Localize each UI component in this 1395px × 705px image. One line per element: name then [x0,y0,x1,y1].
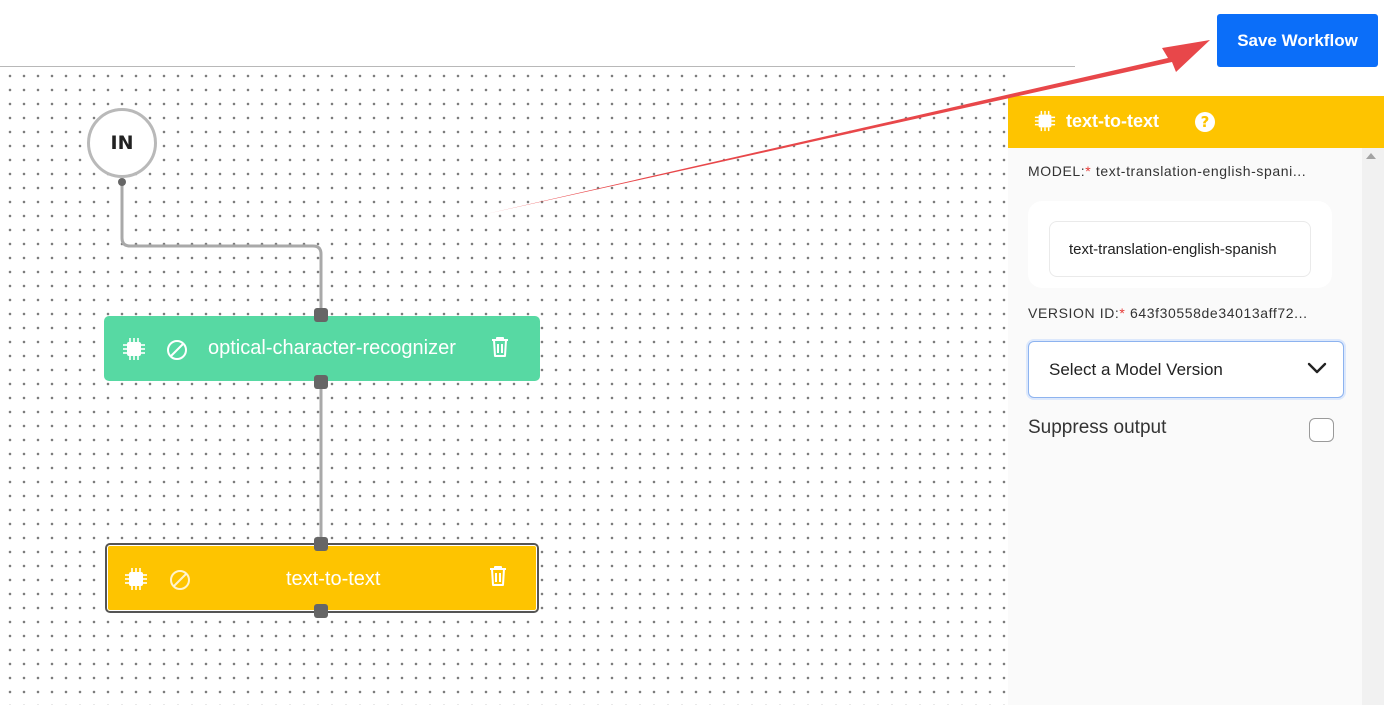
input-node-handle[interactable] [118,178,126,186]
node-config-panel: text-to-text ? [1008,96,1384,705]
ocr-input-handle[interactable] [314,308,328,322]
node-label: optical-character-recognizer [208,337,456,359]
t2t-output-handle[interactable] [314,604,328,618]
node-label: text-to-text [286,568,381,590]
panel-header: text-to-text ? [1008,96,1384,148]
version-select-value: Select a Model Version [1049,359,1223,379]
panel-scrollbar[interactable] [1362,148,1384,705]
input-node-label: IN [110,132,134,154]
t2t-input-handle[interactable] [314,537,328,551]
cpu-chip-icon [1034,110,1056,132]
ban-icon[interactable] [166,339,188,361]
version-field-label: VERSION ID:* 643f30558de34013aff72... [1028,305,1308,321]
input-node[interactable]: IN [87,108,157,178]
chevron-down-icon[interactable] [1307,361,1327,375]
model-chip[interactable]: text-translation-english-spanish [1049,221,1311,277]
suppress-output-checkbox[interactable] [1309,418,1334,442]
panel-title: text-to-text [1066,111,1159,131]
trash-icon[interactable] [490,336,510,358]
version-value: 643f30558de34013aff72... [1129,305,1308,321]
question-circle-icon[interactable]: ? [1195,112,1215,132]
scroll-up-icon[interactable] [1366,153,1376,159]
cpu-chip-icon [123,338,145,360]
model-value: text-translation-english-spani... [1095,163,1307,179]
cpu-chip-icon [125,568,147,590]
node-text-to-text[interactable]: text-to-text [105,543,539,613]
node-optical-character-recognizer[interactable]: optical-character-recognizer [104,316,540,381]
suppress-output-label: Suppress output [1028,417,1167,438]
save-workflow-button[interactable]: Save Workflow [1217,14,1378,67]
top-bar [0,0,1395,66]
model-version-select[interactable]: Select a Model Version [1028,341,1344,398]
ban-icon[interactable] [169,569,191,591]
trash-icon[interactable] [488,565,508,587]
model-field-label: MODEL:* text-translation-english-spani..… [1028,163,1307,179]
ocr-output-handle[interactable] [314,375,328,389]
